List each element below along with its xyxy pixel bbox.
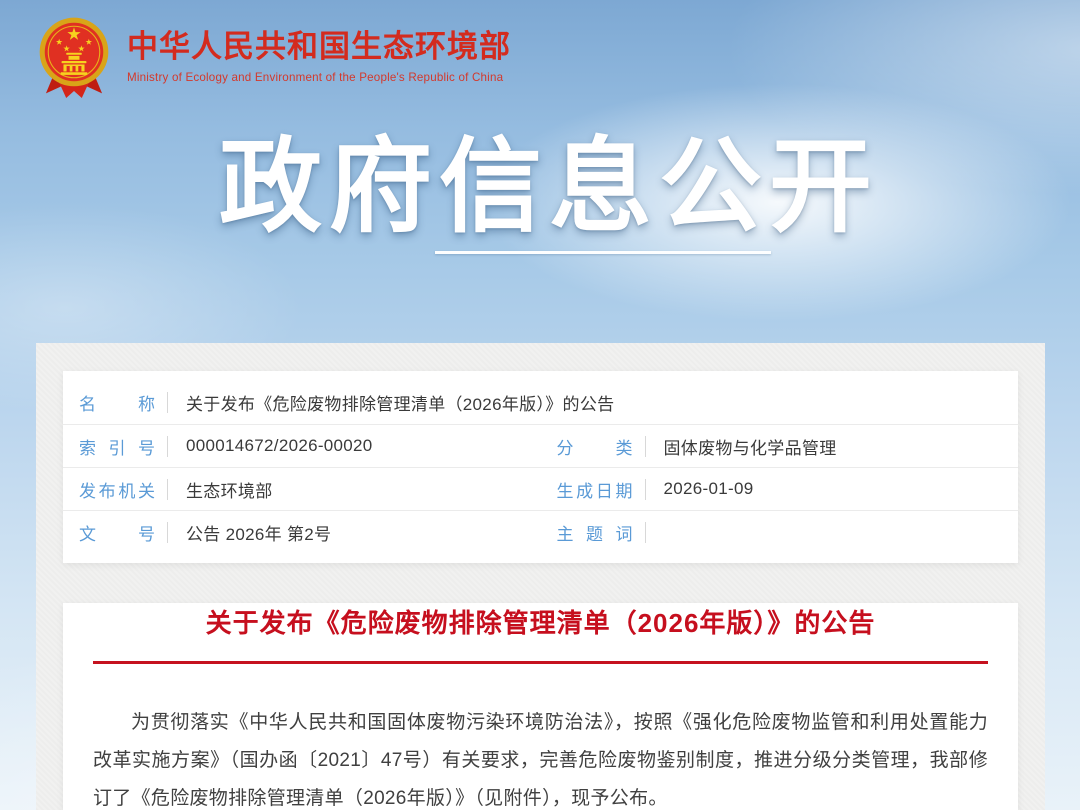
meta-cell-issuing-authority: 发布机关 生态环境部 — [63, 468, 541, 510]
national-emblem-icon — [35, 14, 113, 104]
document-number-label: 文 号 — [79, 520, 155, 545]
site-title-group: 中华人民共和国生态环境部 Ministry of Ecology and Env… — [127, 30, 511, 84]
article-card: 关于发布《危险废物排除管理清单（2026年版）》的公告 为贯彻落实《中华人民共和… — [63, 603, 1018, 810]
date-label: 生成日期 — [557, 477, 633, 502]
label-divider — [167, 522, 168, 543]
label-divider — [645, 436, 646, 457]
label-divider — [645, 479, 646, 500]
meta-cell-category: 分 类 固体废物与化学品管理 — [541, 425, 1019, 467]
table-row: 发布机关 生态环境部 生成日期 2026-01-09 — [63, 467, 1018, 510]
name-label: 名 称 — [79, 390, 155, 415]
content-panel: 名 称 关于发布《危险废物排除管理清单（2026年版）》的公告 索 引 号 00… — [36, 343, 1045, 810]
subject-words-label: 主 题 词 — [557, 520, 633, 545]
title-divider — [93, 661, 988, 664]
meta-cell-subject-words: 主 题 词 — [541, 511, 1019, 553]
page: 中华人民共和国生态环境部 Ministry of Ecology and Env… — [0, 0, 1080, 810]
issuing-authority-value: 生态环境部 — [186, 477, 273, 502]
document-number-value: 公告 2026年 第2号 — [186, 520, 331, 545]
label-divider — [645, 522, 646, 543]
name-value: 关于发布《危险废物排除管理清单（2026年版）》的公告 — [186, 390, 614, 415]
date-value: 2026-01-09 — [664, 479, 754, 499]
meta-cell-index-number: 索 引 号 000014672/2026-00020 — [63, 425, 541, 467]
site-header: 中华人民共和国生态环境部 Ministry of Ecology and Env… — [35, 14, 511, 104]
label-divider — [167, 479, 168, 500]
category-value: 固体废物与化学品管理 — [664, 434, 837, 459]
table-row: 名 称 关于发布《危险废物排除管理清单（2026年版）》的公告 — [63, 381, 1018, 424]
site-subtitle: Ministry of Ecology and Environment of t… — [127, 71, 511, 84]
table-row: 文 号 公告 2026年 第2号 主 题 词 — [63, 510, 1018, 553]
article-title: 关于发布《危险废物排除管理清单（2026年版）》的公告 — [93, 603, 988, 640]
site-title: 中华人民共和国生态环境部 — [127, 30, 511, 64]
label-divider — [167, 436, 168, 457]
index-number-value: 000014672/2026-00020 — [186, 436, 373, 456]
banner: 政府信息公开 — [0, 128, 1080, 254]
banner-title: 政府信息公开 — [0, 128, 1080, 246]
label-divider — [167, 392, 168, 413]
table-row: 索 引 号 000014672/2026-00020 分 类 固体废物与化学品管… — [63, 424, 1018, 467]
banner-underline — [435, 251, 771, 254]
meta-cell-date: 生成日期 2026-01-09 — [541, 468, 1019, 510]
category-label: 分 类 — [557, 434, 633, 459]
article-paragraph: 为贯彻落实《中华人民共和国固体废物污染环境防治法》，按照《强化危险废物监管和利用… — [93, 704, 988, 810]
index-number-label: 索 引 号 — [79, 434, 155, 459]
issuing-authority-label: 发布机关 — [79, 477, 155, 502]
meta-cell-document-number: 文 号 公告 2026年 第2号 — [63, 511, 541, 553]
meta-cell-name: 名 称 关于发布《危险废物排除管理清单（2026年版）》的公告 — [63, 381, 1018, 424]
document-meta-card: 名 称 关于发布《危险废物排除管理清单（2026年版）》的公告 索 引 号 00… — [63, 371, 1018, 563]
